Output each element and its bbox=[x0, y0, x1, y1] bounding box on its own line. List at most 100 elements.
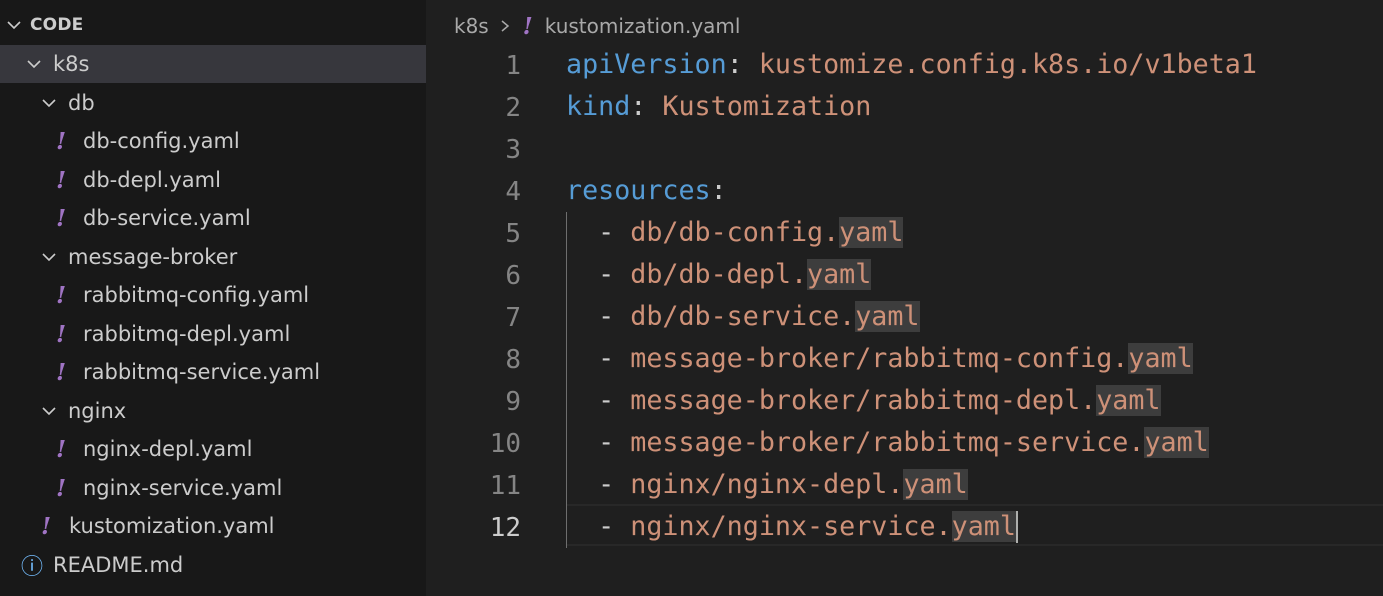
code-text: - nginx/nginx-depl.yaml bbox=[566, 469, 968, 501]
tree-label: nginx bbox=[68, 399, 127, 423]
tree-label: nginx-service.yaml bbox=[83, 476, 283, 500]
code-text: - db/db-depl.yaml bbox=[566, 259, 872, 291]
tree-file-nginx-service[interactable]: ! nginx-service.yaml bbox=[0, 469, 426, 507]
explorer-root-header[interactable]: CODE bbox=[0, 6, 426, 44]
code-text: - nginx/nginx-service.yaml bbox=[566, 511, 1018, 543]
code-line[interactable]: 4 resources: bbox=[426, 170, 1383, 212]
tree-file-kustomization[interactable]: ! kustomization.yaml bbox=[0, 507, 426, 545]
code-text: - message-broker/rabbitmq-config.yaml bbox=[566, 343, 1193, 375]
code-text: - db/db-config.yaml bbox=[566, 217, 904, 249]
tree-label: rabbitmq-config.yaml bbox=[83, 283, 310, 307]
line-number: 6 bbox=[505, 261, 521, 291]
tree-folder-message-broker[interactable]: message-broker bbox=[0, 238, 426, 276]
tree-folder-db[interactable]: db bbox=[0, 84, 426, 122]
tree-label: nginx-depl.yaml bbox=[83, 437, 253, 461]
code-line[interactable]: 11 - nginx/nginx-depl.yaml bbox=[426, 464, 1383, 506]
tree-label: kustomization.yaml bbox=[69, 514, 275, 538]
line-number: 11 bbox=[489, 471, 521, 501]
resource-ext: yaml bbox=[903, 469, 968, 500]
resource-path: db/db-config. bbox=[630, 217, 840, 248]
yaml-colon: : bbox=[726, 49, 743, 80]
breadcrumb: k8s ! kustomization.yaml bbox=[454, 12, 740, 40]
tree-label: db bbox=[68, 91, 95, 115]
list-dash: - bbox=[566, 259, 631, 290]
code-line[interactable]: 9 - message-broker/rabbitmq-depl.yaml bbox=[426, 380, 1383, 422]
code-text: - message-broker/rabbitmq-service.yaml bbox=[566, 427, 1209, 459]
list-dash: - bbox=[566, 511, 631, 542]
breadcrumb-file[interactable]: kustomization.yaml bbox=[545, 14, 741, 38]
line-number: 9 bbox=[505, 387, 521, 417]
yaml-key: resources bbox=[566, 175, 711, 206]
text-cursor bbox=[1015, 511, 1018, 543]
yaml-file-icon: ! bbox=[522, 12, 533, 40]
chevron-down-icon bbox=[41, 249, 57, 265]
tree-label: README.md bbox=[53, 553, 184, 577]
tree-label: k8s bbox=[53, 52, 90, 76]
yaml-file-icon: ! bbox=[55, 358, 67, 386]
yaml-value: kustomize.config.k8s.io/v1beta1 bbox=[742, 49, 1257, 80]
line-number: 2 bbox=[505, 93, 521, 123]
tree-label: rabbitmq-depl.yaml bbox=[83, 322, 291, 346]
line-number: 12 bbox=[489, 513, 521, 543]
code-line[interactable]: 8 - message-broker/rabbitmq-config.yaml bbox=[426, 338, 1383, 380]
info-icon: ⓘ bbox=[21, 555, 44, 580]
tree-file-db-service[interactable]: ! db-service.yaml bbox=[0, 199, 426, 237]
code-line[interactable]: 10 - message-broker/rabbitmq-service.yam… bbox=[426, 422, 1383, 464]
resource-path: nginx/nginx-depl. bbox=[630, 469, 904, 500]
yaml-key: apiVersion bbox=[566, 49, 727, 80]
resource-path: message-broker/rabbitmq-config. bbox=[630, 343, 1129, 374]
resource-ext: yaml bbox=[951, 511, 1016, 542]
tree-label: message-broker bbox=[68, 245, 238, 269]
tree-file-readme[interactable]: ⓘ README.md bbox=[0, 546, 426, 584]
tree-file-rabbitmq-depl[interactable]: ! rabbitmq-depl.yaml bbox=[0, 315, 426, 353]
code-text: kind: Kustomization bbox=[566, 91, 871, 123]
list-dash: - bbox=[566, 469, 631, 500]
list-dash: - bbox=[566, 301, 631, 332]
line-number: 1 bbox=[505, 51, 521, 81]
code-line[interactable]: 2 kind: Kustomization bbox=[426, 86, 1383, 128]
tree-file-db-config[interactable]: ! db-config.yaml bbox=[0, 122, 426, 160]
yaml-colon: : bbox=[630, 91, 647, 122]
code-line[interactable]: 7 - db/db-service.yaml bbox=[426, 296, 1383, 338]
code-text: apiVersion: kustomize.config.k8s.io/v1be… bbox=[566, 49, 1257, 81]
explorer-root-label: CODE bbox=[30, 15, 84, 35]
resource-path: message-broker/rabbitmq-service. bbox=[630, 427, 1145, 458]
resource-path: db/db-depl. bbox=[630, 259, 808, 290]
explorer-sidebar: CODE k8s db ! db-config.yaml ! db-depl.y… bbox=[0, 0, 426, 596]
breadcrumb-folder[interactable]: k8s bbox=[454, 14, 489, 38]
chevron-down-icon bbox=[41, 403, 57, 419]
resource-ext: yaml bbox=[1128, 343, 1193, 374]
tree-file-db-depl[interactable]: ! db-depl.yaml bbox=[0, 161, 426, 199]
tree-label: db-config.yaml bbox=[83, 129, 240, 153]
yaml-file-icon: ! bbox=[55, 474, 67, 502]
chevron-down-icon bbox=[41, 95, 57, 111]
tree-label: db-service.yaml bbox=[83, 206, 251, 230]
code-line-current[interactable]: 12 - nginx/nginx-service.yaml bbox=[426, 506, 1383, 548]
yaml-file-icon: ! bbox=[55, 166, 67, 194]
line-number: 8 bbox=[505, 345, 521, 375]
yaml-value: Kustomization bbox=[646, 91, 872, 122]
vscode-window: CODE k8s db ! db-config.yaml ! db-depl.y… bbox=[0, 0, 1383, 596]
yaml-file-icon: ! bbox=[55, 127, 67, 155]
list-dash: - bbox=[566, 427, 631, 458]
code-line[interactable]: 1 apiVersion: kustomize.config.k8s.io/v1… bbox=[426, 44, 1383, 86]
yaml-file-icon: ! bbox=[55, 204, 67, 232]
code-line[interactable]: 5 - db/db-config.yaml bbox=[426, 212, 1383, 254]
tree-folder-nginx[interactable]: nginx bbox=[0, 392, 426, 430]
resource-ext: yaml bbox=[855, 301, 920, 332]
resource-ext: yaml bbox=[839, 217, 904, 248]
chevron-right-icon bbox=[499, 18, 511, 34]
tree-file-nginx-depl[interactable]: ! nginx-depl.yaml bbox=[0, 430, 426, 468]
code-text: - message-broker/rabbitmq-depl.yaml bbox=[566, 385, 1161, 417]
tree-file-rabbitmq-config[interactable]: ! rabbitmq-config.yaml bbox=[0, 276, 426, 314]
chevron-down-icon bbox=[26, 56, 42, 72]
tree-file-rabbitmq-service[interactable]: ! rabbitmq-service.yaml bbox=[0, 353, 426, 391]
yaml-file-icon: ! bbox=[55, 435, 67, 463]
yaml-colon: : bbox=[710, 175, 727, 206]
code-line[interactable]: 3 bbox=[426, 128, 1383, 170]
resource-path: db/db-service. bbox=[630, 301, 856, 332]
code-text: - db/db-service.yaml bbox=[566, 301, 920, 333]
editor-pane[interactable]: k8s ! kustomization.yaml 1 apiVersion: k… bbox=[426, 0, 1383, 596]
code-line[interactable]: 6 - db/db-depl.yaml bbox=[426, 254, 1383, 296]
tree-folder-k8s[interactable]: k8s bbox=[0, 45, 426, 83]
